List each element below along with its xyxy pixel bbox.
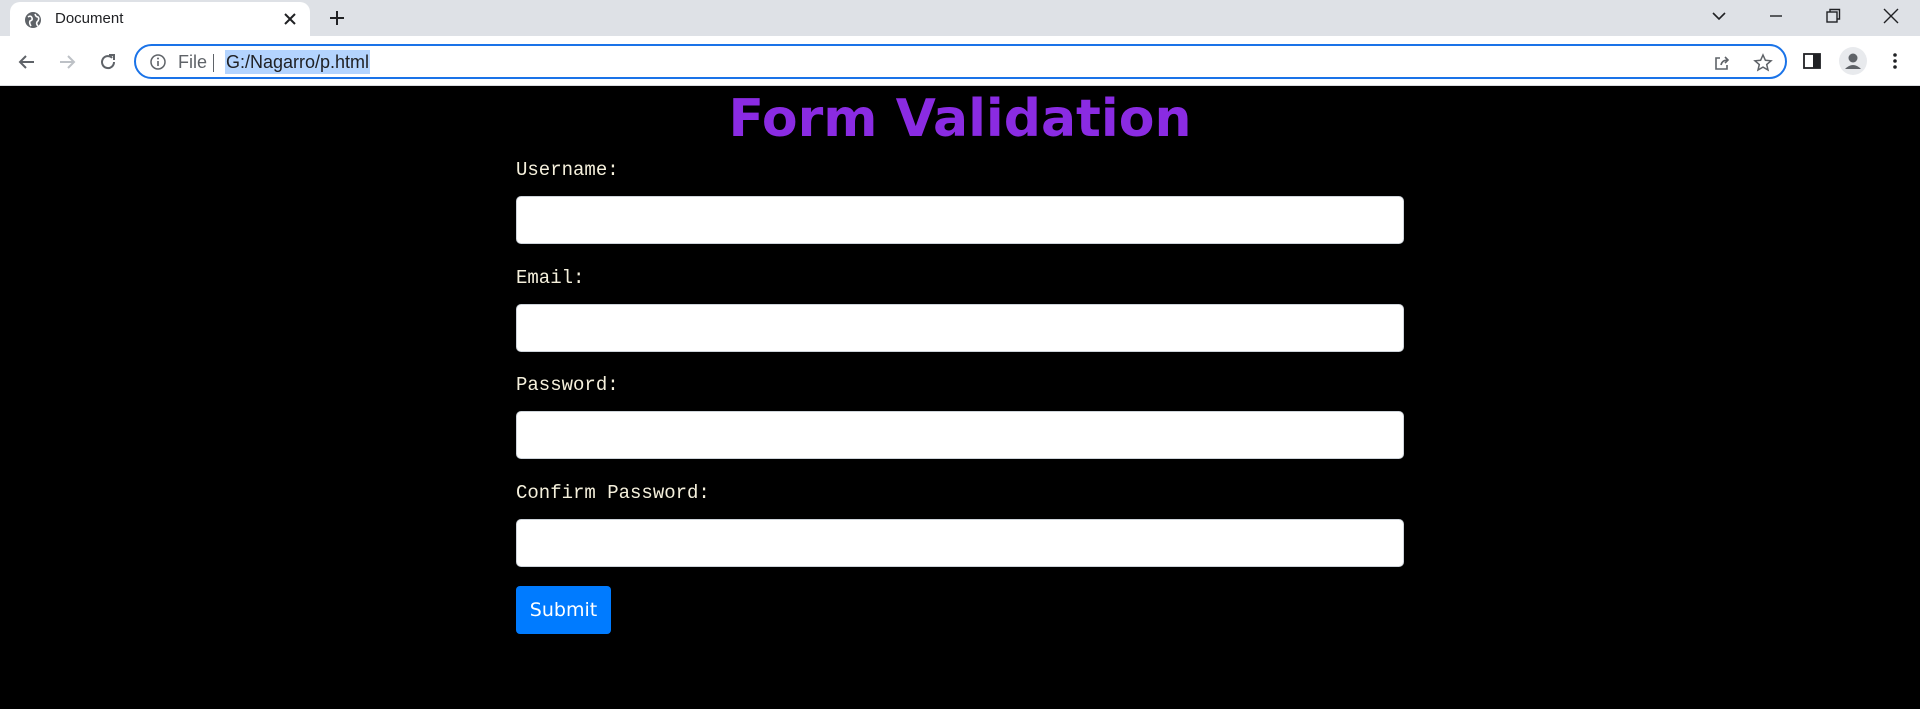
- reload-icon[interactable]: [97, 51, 119, 73]
- back-arrow-icon[interactable]: [16, 51, 38, 73]
- page-content: Form Validation Username: Email: Passwor…: [0, 87, 1920, 709]
- forward-arrow-icon[interactable]: [56, 51, 78, 73]
- email-label: Email:: [516, 267, 585, 289]
- kebab-menu-icon[interactable]: [1884, 50, 1906, 72]
- info-icon[interactable]: [149, 53, 167, 71]
- bookmark-star-icon[interactable]: [1753, 53, 1773, 73]
- share-icon[interactable]: [1712, 53, 1732, 73]
- address-bar[interactable]: File G:/Nagarro/p.html: [134, 44, 1787, 79]
- close-tab-icon[interactable]: [282, 11, 298, 27]
- side-panel-icon[interactable]: [1801, 50, 1823, 72]
- username-input[interactable]: [516, 196, 1404, 244]
- address-separator: [213, 54, 214, 72]
- globe-icon: [25, 12, 41, 28]
- profile-avatar[interactable]: [1839, 47, 1867, 75]
- confirm-password-label: Confirm Password:: [516, 482, 710, 504]
- password-input[interactable]: [516, 411, 1404, 459]
- url-text[interactable]: G:/Nagarro/p.html: [225, 50, 371, 74]
- tab-strip: Document: [0, 0, 1920, 36]
- page-title: Form Validation: [728, 89, 1192, 149]
- file-scheme-label: File: [178, 52, 208, 72]
- confirm-password-input[interactable]: [516, 519, 1404, 567]
- submit-button[interactable]: Submit: [516, 586, 611, 634]
- tab-search-chevron-icon[interactable]: [1709, 6, 1729, 26]
- password-label: Password:: [516, 374, 619, 396]
- person-icon: [1845, 53, 1861, 69]
- restore-icon[interactable]: [1823, 6, 1843, 26]
- tab-title: Document: [55, 10, 124, 27]
- username-label: Username:: [516, 159, 619, 181]
- browser-tab[interactable]: Document: [10, 2, 310, 36]
- new-tab-icon[interactable]: [328, 9, 346, 27]
- email-input[interactable]: [516, 304, 1404, 352]
- close-window-icon[interactable]: [1881, 6, 1901, 26]
- minimize-icon[interactable]: [1766, 6, 1786, 26]
- browser-toolbar: File G:/Nagarro/p.html: [0, 36, 1920, 86]
